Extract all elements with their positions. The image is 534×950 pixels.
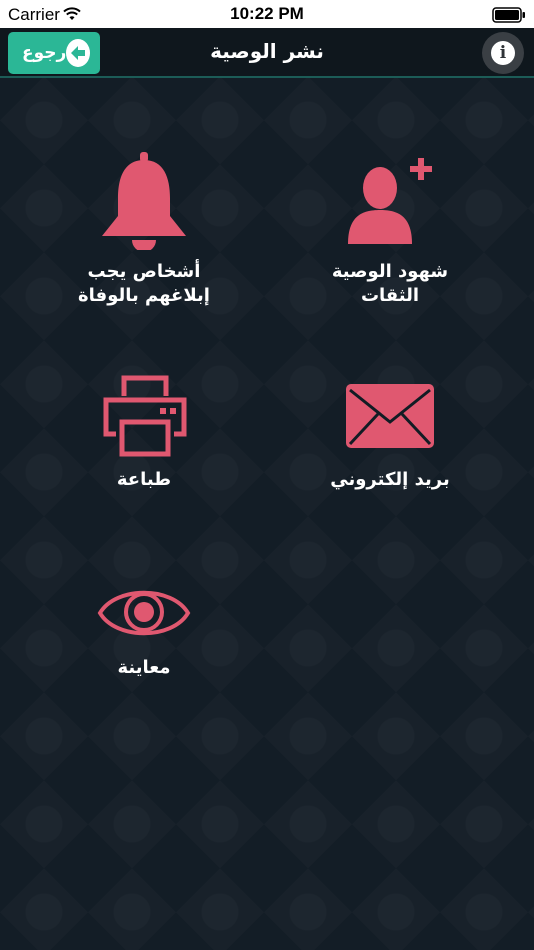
status-time: 10:22 PM	[230, 4, 304, 23]
bell-icon	[102, 152, 186, 250]
add-person-icon	[348, 158, 432, 244]
tile-notify[interactable]: أشخاص يجب إبلاغهم بالوفاة	[44, 150, 244, 308]
printer-icon	[103, 375, 187, 457]
info-button[interactable]: i	[482, 32, 524, 74]
back-label: رجوع	[22, 43, 67, 63]
info-icon: i	[491, 41, 515, 65]
tile-print-label: طباعة	[116, 469, 172, 490]
tile-preview-label: معاينة	[117, 657, 171, 678]
page-title: نشر الوصية	[210, 39, 324, 63]
tile-print[interactable]: طباعة	[44, 372, 244, 492]
tile-notify-label: أشخاص يجب إبلاغهم بالوفاة	[78, 261, 210, 306]
tile-email-label: بريد إلكتروني	[330, 469, 450, 490]
back-arrow-icon	[66, 39, 90, 67]
status-bar: Carrier 10:22 PM	[0, 0, 534, 28]
tile-witnesses[interactable]: شهود الوصية الثقات	[290, 150, 490, 308]
tile-preview[interactable]: معاينة	[44, 580, 244, 680]
eye-icon	[97, 590, 191, 636]
back-button[interactable]: رجوع	[8, 32, 100, 74]
tile-email[interactable]: بريد إلكتروني	[290, 374, 490, 492]
tile-witnesses-label: شهود الوصية الثقات	[331, 261, 449, 306]
navigation-bar: رجوع نشر الوصية i	[0, 28, 534, 78]
envelope-icon	[346, 384, 434, 448]
battery-icon	[492, 7, 525, 23]
